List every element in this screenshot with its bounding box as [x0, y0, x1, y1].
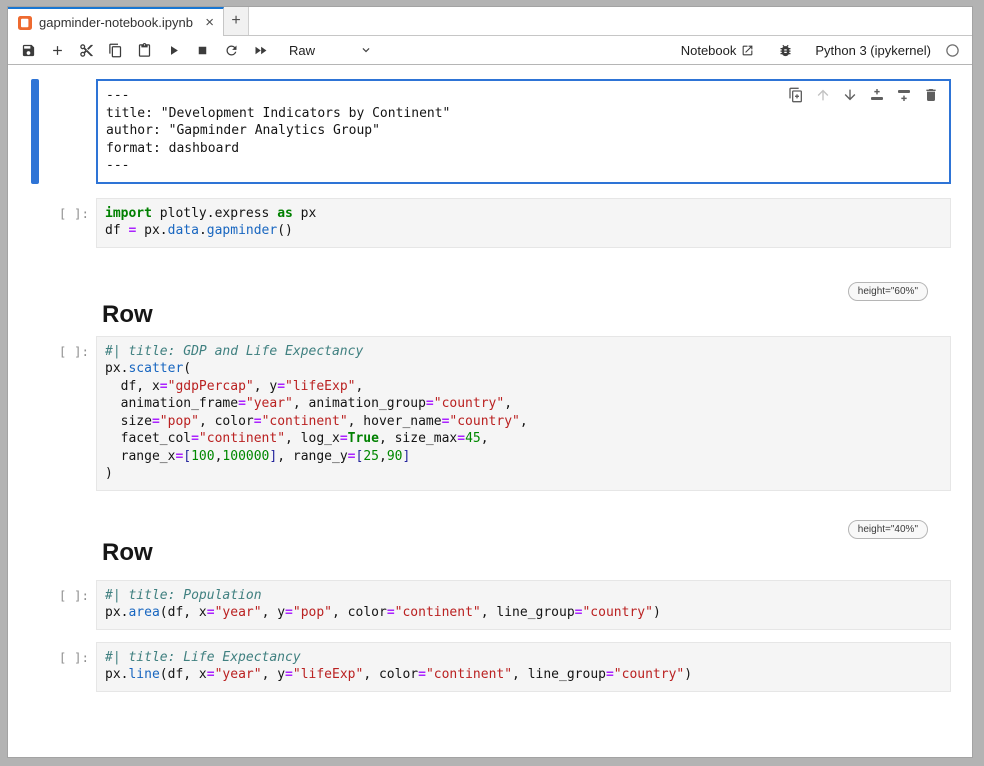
cell-scatter: [ ]: #| title: GDP and Life Expectancypx… — [8, 336, 951, 491]
kernel-status-circle-icon — [945, 43, 960, 58]
notebook-toolbar: Raw Notebook Python 3 (ipykernel) — [8, 36, 972, 65]
duplicate-cell-button[interactable] — [788, 87, 804, 103]
external-link-icon — [741, 44, 754, 57]
toolbar-right-group: Notebook Python 3 (ipykernel) — [681, 37, 960, 63]
save-icon — [21, 43, 36, 58]
insert-cell-button[interactable] — [43, 37, 72, 63]
delete-cell-button[interactable] — [923, 87, 939, 103]
tab-title: gapminder-notebook.ipynb — [39, 15, 197, 30]
height-badge: height="60%" — [848, 282, 928, 301]
plus-icon: + — [231, 12, 240, 30]
notebook-content: ---title: "Development Indicators by Con… — [8, 65, 972, 757]
notebook-icon — [18, 16, 32, 30]
cell-code: #| title: Life Expectancypx.line(df, x="… — [105, 649, 942, 684]
cell-editor[interactable]: #| title: GDP and Life Expectancypx.scat… — [96, 336, 951, 491]
cell-gutter — [8, 79, 96, 184]
cell-lifeexp: [ ]: #| title: Life Expectancypx.line(df… — [8, 642, 951, 692]
jupyter-window: gapminder-notebook.ipynb × + — [7, 6, 973, 758]
kernel-name[interactable]: Python 3 (ipykernel) — [815, 43, 931, 58]
cell-prompt: [ ]: — [59, 206, 89, 221]
row-heading: Row — [102, 301, 153, 329]
markdown-section-row2[interactable]: height="40%" Row — [96, 520, 951, 568]
cell-editor[interactable]: #| title: Populationpx.area(df, x="year"… — [96, 580, 951, 630]
run-cell-button[interactable] — [159, 37, 188, 63]
debugger-button[interactable] — [771, 37, 800, 63]
bug-icon — [778, 43, 793, 58]
cell-prompt: [ ]: — [59, 588, 89, 603]
cell-editor[interactable]: import plotly.express as pxdf = px.data.… — [96, 198, 951, 248]
tab-gapminder-notebook[interactable]: gapminder-notebook.ipynb × — [8, 7, 224, 36]
paste-cells-button[interactable] — [130, 37, 159, 63]
copy-icon — [108, 43, 123, 58]
cell-editor[interactable]: ---title: "Development Indicators by Con… — [96, 79, 951, 184]
row-heading: Row — [102, 539, 153, 567]
save-button[interactable] — [14, 37, 43, 63]
chevron-down-icon — [359, 43, 373, 57]
cell-imports: [ ]: import plotly.express as pxdf = px.… — [8, 198, 951, 248]
tab-bar: gapminder-notebook.ipynb × + — [8, 7, 972, 36]
add-icon — [50, 43, 65, 58]
move-down-icon — [842, 87, 858, 103]
insert-cell-above-button[interactable] — [869, 87, 885, 103]
insert-cell-below-button[interactable] — [896, 87, 912, 103]
cell-type-dropdown[interactable]: Raw — [289, 43, 373, 58]
tab-close-icon[interactable]: × — [204, 16, 215, 30]
cell-gutter: [ ]: — [8, 580, 96, 630]
move-cell-up-button[interactable] — [815, 87, 831, 103]
restart-kernel-button[interactable] — [217, 37, 246, 63]
interrupt-kernel-button[interactable] — [188, 37, 217, 63]
cell-population: [ ]: #| title: Populationpx.area(df, x="… — [8, 580, 951, 630]
cell-code: import plotly.express as pxdf = px.data.… — [105, 205, 942, 240]
cut-icon — [79, 43, 94, 58]
window-frame: gapminder-notebook.ipynb × + — [0, 0, 984, 766]
cell-editor[interactable]: #| title: Life Expectancypx.line(df, x="… — [96, 642, 951, 692]
run-icon — [166, 43, 181, 58]
move-up-icon — [815, 87, 831, 103]
cell-gutter: [ ]: — [8, 198, 96, 248]
stop-icon — [195, 43, 210, 58]
cell-type-value: Raw — [289, 43, 315, 58]
move-cell-down-button[interactable] — [842, 87, 858, 103]
notebook-mode-label: Notebook — [681, 43, 737, 58]
notebook-mode-link[interactable]: Notebook — [681, 43, 755, 58]
markdown-section-row1[interactable]: height="60%" Row — [96, 282, 951, 330]
cell-gutter: [ ]: — [8, 336, 96, 491]
cell-code: #| title: GDP and Life Expectancypx.scat… — [105, 343, 942, 483]
cut-cells-button[interactable] — [72, 37, 101, 63]
cell-toolbar — [788, 87, 939, 103]
copy-cells-button[interactable] — [101, 37, 130, 63]
restart-icon — [224, 43, 239, 58]
new-tab-button[interactable]: + — [224, 7, 249, 35]
run-all-cells-button[interactable] — [246, 37, 275, 63]
duplicate-cell-icon — [788, 87, 804, 103]
insert-above-icon — [869, 87, 885, 103]
cell-code: #| title: Populationpx.area(df, x="year"… — [105, 587, 942, 622]
cell-frontmatter: ---title: "Development Indicators by Con… — [8, 79, 951, 184]
trash-icon — [923, 87, 939, 103]
insert-below-icon — [896, 87, 912, 103]
run-all-icon — [253, 43, 268, 58]
cell-prompt: [ ]: — [59, 650, 89, 665]
height-badge: height="40%" — [848, 520, 928, 539]
cell-collapser[interactable] — [31, 79, 39, 184]
cell-prompt: [ ]: — [59, 344, 89, 359]
paste-icon — [137, 43, 152, 58]
cell-gutter: [ ]: — [8, 642, 96, 692]
